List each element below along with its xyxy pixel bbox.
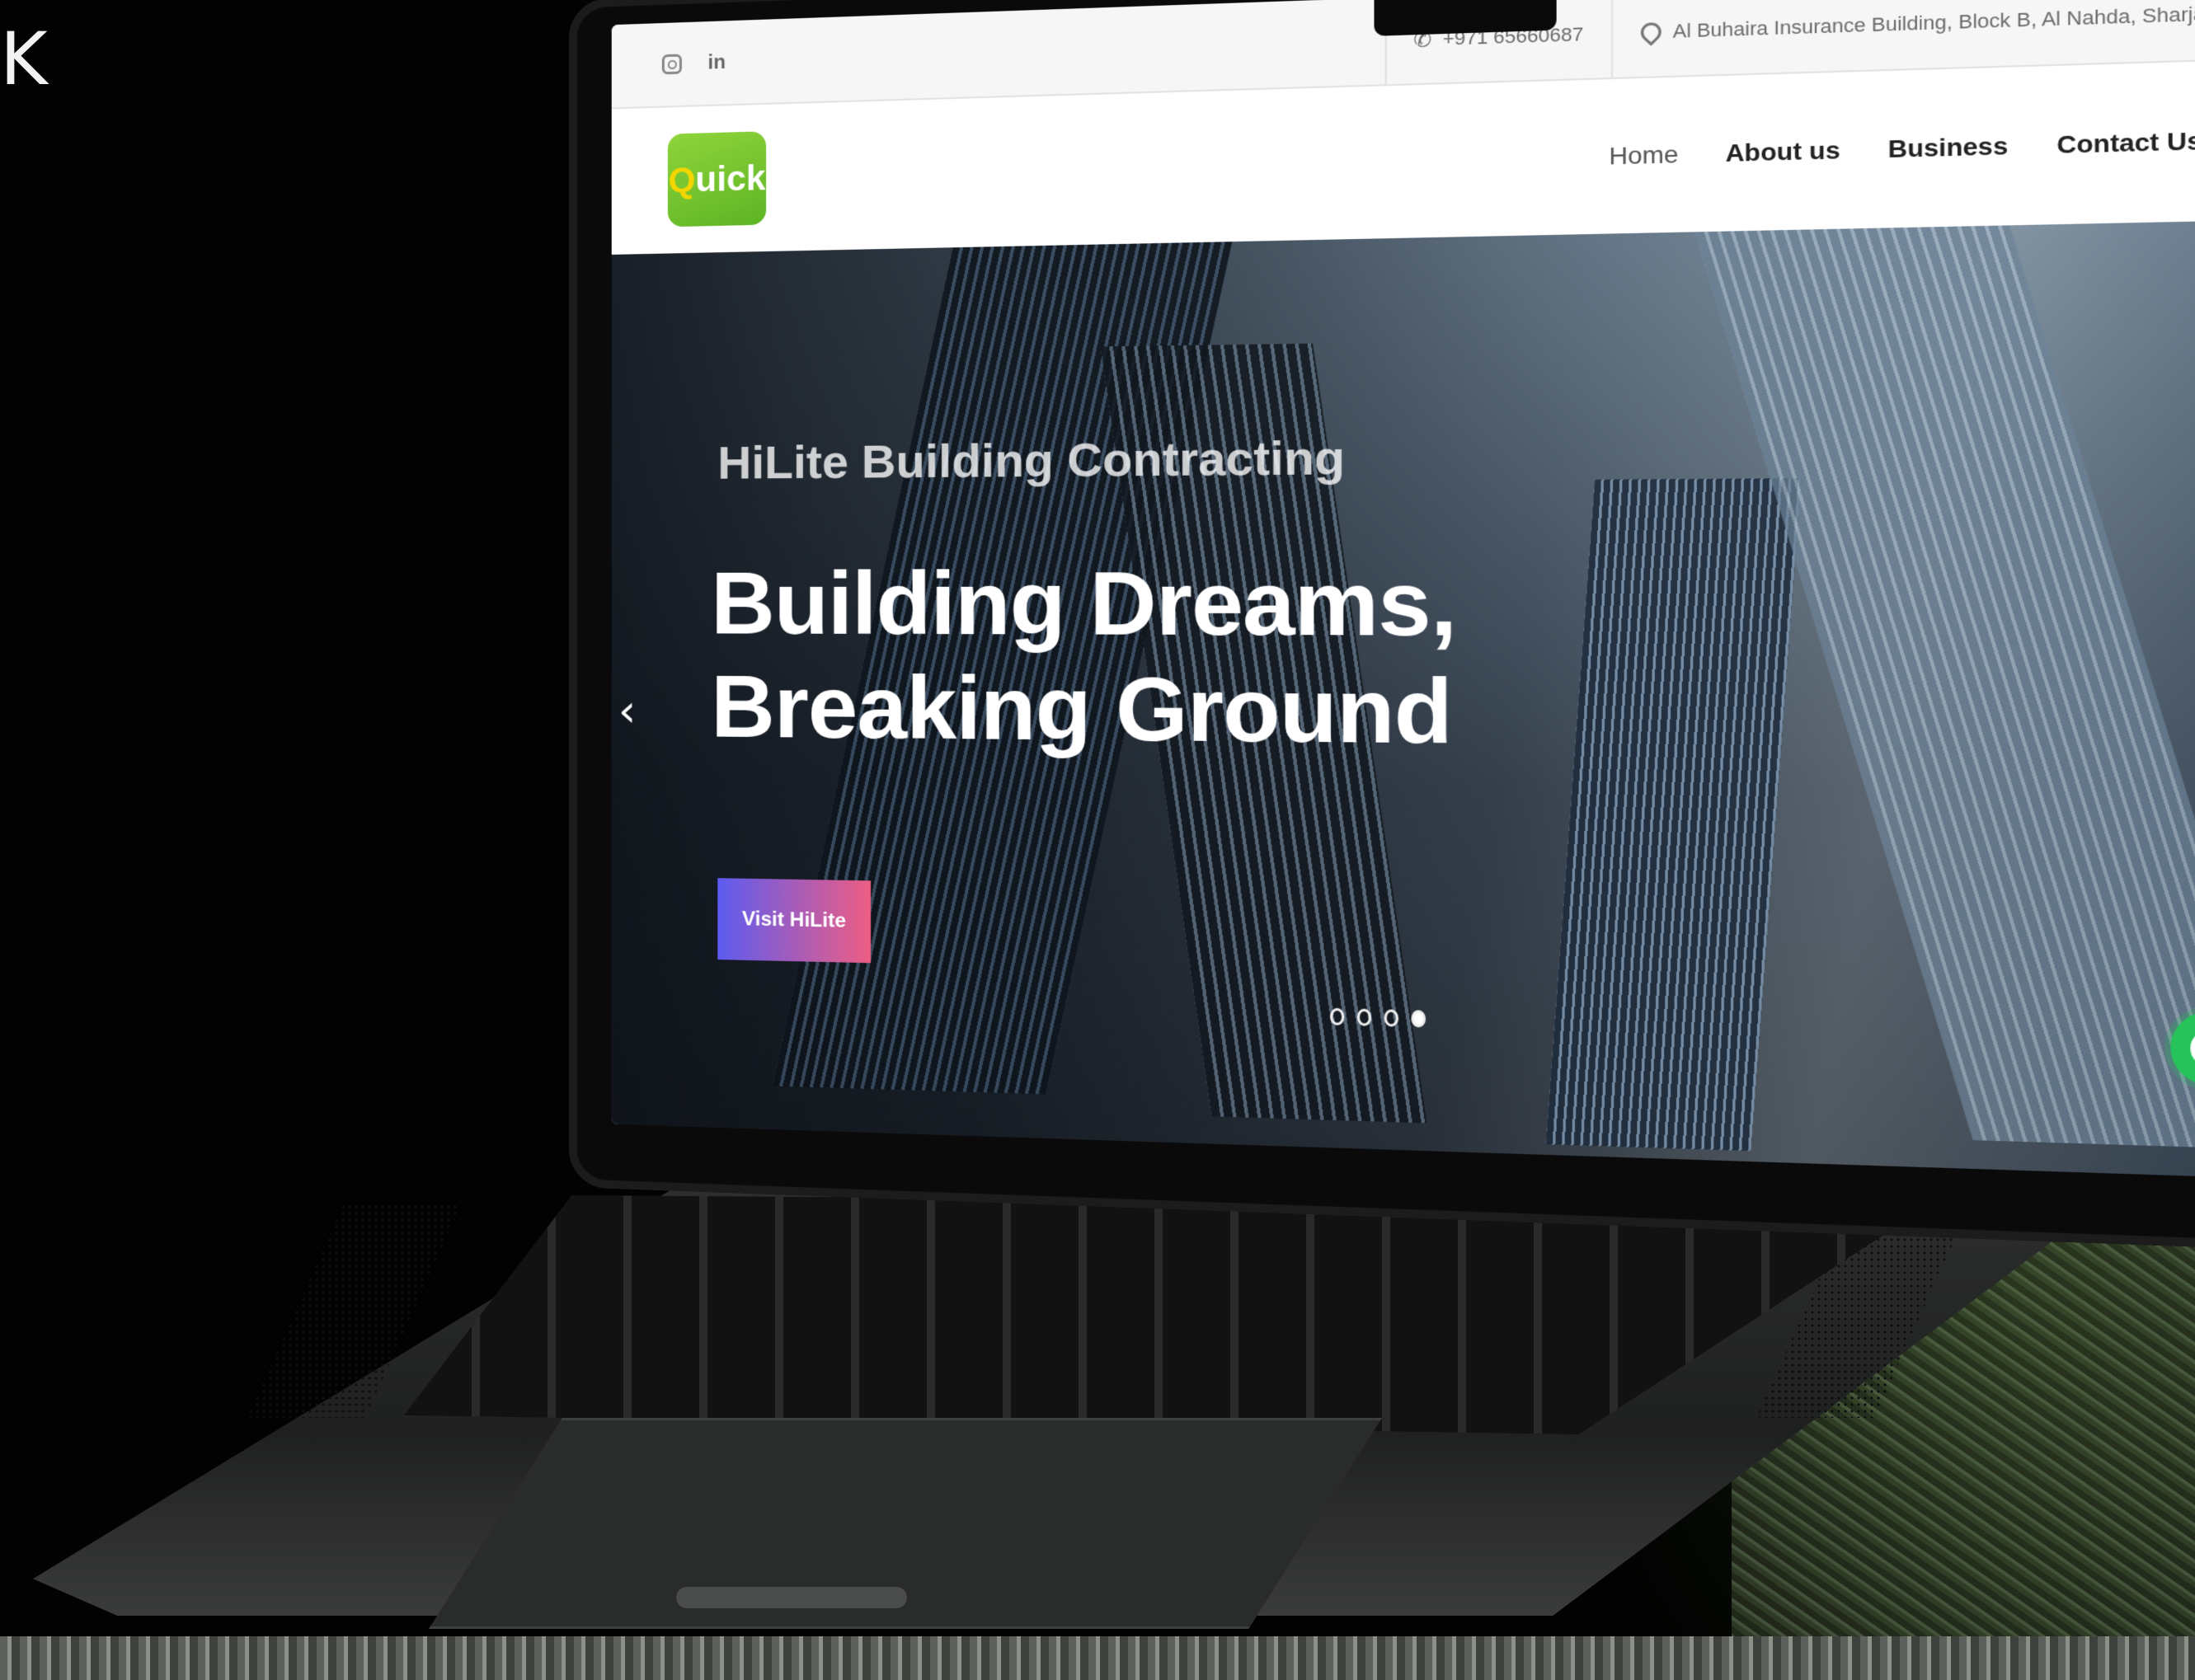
hero-title: Building Dreams, Breaking Ground bbox=[711, 550, 1456, 766]
linkedin-icon[interactable]: in bbox=[706, 51, 727, 74]
nav-menu: Home About us Business Contact Us bbox=[1609, 127, 2195, 171]
nav-business[interactable]: Business bbox=[1888, 132, 2009, 163]
visit-hilite-button[interactable]: Visit HiLite bbox=[717, 878, 872, 964]
address-text: Al Buhaira Insurance Building, Block B, … bbox=[1672, 0, 2195, 43]
whatsapp-icon bbox=[2190, 1029, 2195, 1068]
laptop-lid: in ✆ +971 65660687 Al Buhaira Insurance … bbox=[569, 0, 2195, 1254]
slider-dot-4[interactable] bbox=[1411, 1010, 1427, 1028]
quick-logo[interactable]: Quick bbox=[667, 131, 767, 228]
location-pin-icon bbox=[1636, 18, 1666, 46]
hero-subtitle: HiLite Building Contracting bbox=[717, 429, 1346, 489]
hero-slider: HiLite Building Contracting Building Dre… bbox=[611, 218, 2195, 1180]
nav-contact-us[interactable]: Contact Us bbox=[2056, 127, 2195, 160]
slider-pagination bbox=[1330, 1007, 1427, 1028]
slider-dot-2[interactable] bbox=[1356, 1008, 1372, 1026]
slider-dot-1[interactable] bbox=[1330, 1007, 1345, 1026]
background-floor bbox=[0, 1636, 2195, 1680]
laptop-front-lip bbox=[676, 1587, 907, 1608]
instagram-icon[interactable] bbox=[661, 53, 683, 75]
nav-about-us[interactable]: About us bbox=[1725, 136, 1840, 167]
corner-glyph: K bbox=[0, 16, 48, 101]
social-links: in bbox=[661, 51, 728, 76]
hero-title-line-1: Building Dreams, bbox=[711, 552, 1457, 655]
hero-building-3 bbox=[1545, 478, 1802, 1152]
logo-text: uick bbox=[695, 157, 766, 199]
website-screen: in ✆ +971 65660687 Al Buhaira Insurance … bbox=[611, 0, 2195, 1180]
hero-title-line-2: Breaking Ground bbox=[711, 657, 1452, 763]
logo-mark: Q bbox=[668, 159, 696, 200]
camera-notch bbox=[1374, 0, 1557, 36]
slider-dot-3[interactable] bbox=[1384, 1009, 1399, 1027]
slider-prev-arrow-icon[interactable]: ‹ bbox=[618, 684, 637, 736]
nav-home[interactable]: Home bbox=[1609, 141, 1678, 171]
